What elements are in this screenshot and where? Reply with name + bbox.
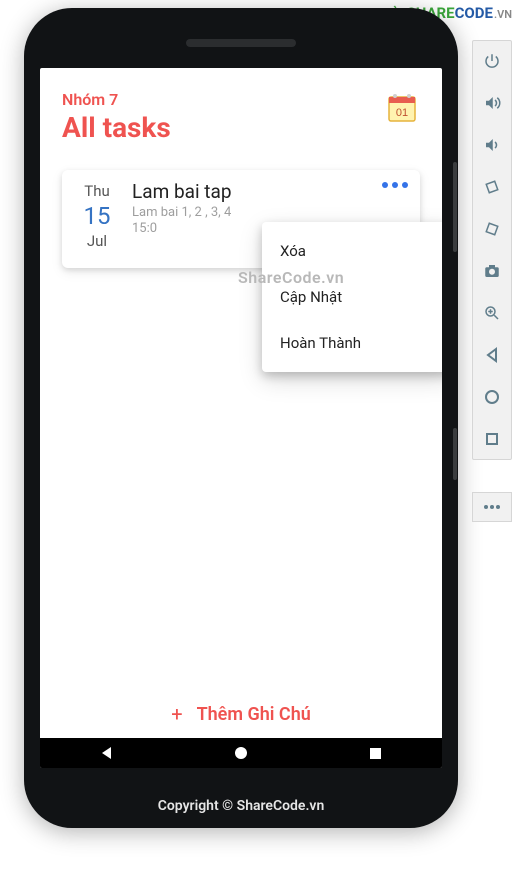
volume-down-icon <box>483 136 501 154</box>
more-dots-icon <box>402 182 408 188</box>
emu-screenshot-button[interactable] <box>476 257 508 285</box>
page-title: All tasks <box>62 111 420 144</box>
calendar-icon: 01 <box>387 93 417 123</box>
emu-power-button[interactable] <box>476 47 508 75</box>
menu-complete[interactable]: Hoàn Thành <box>262 322 442 364</box>
nav-home-button[interactable] <box>231 743 251 763</box>
app-header: Nhóm 7 All tasks <box>40 68 442 144</box>
more-dots-icon <box>392 182 398 188</box>
more-horizontal-icon <box>483 504 501 510</box>
emu-overview-button[interactable] <box>476 425 508 453</box>
svg-text:01: 01 <box>396 107 408 119</box>
task-month: Jul <box>62 232 132 250</box>
task-date: Thu 15 Jul <box>62 180 132 250</box>
emu-zoom-button[interactable] <box>476 299 508 327</box>
calendar-button[interactable]: 01 <box>384 90 420 126</box>
group-label: Nhóm 7 <box>62 90 420 109</box>
overview-icon <box>484 431 500 447</box>
add-note-button[interactable]: + Thêm Ghi Chú <box>40 690 442 738</box>
emu-home-button[interactable] <box>476 383 508 411</box>
app-root: Nhóm 7 All tasks 01 Thu <box>40 68 442 768</box>
copyright-text: Copyright © ShareCode.vn <box>24 798 458 814</box>
task-desc: Lam bai 1, 2 , 3, 4 <box>132 205 302 221</box>
add-note-label: Thêm Ghi Chú <box>197 704 311 725</box>
square-overview-icon <box>369 747 382 760</box>
android-navbar <box>40 738 442 768</box>
task-card[interactable]: Thu 15 Jul Lam bai tap Lam bai 1, 2 , 3,… <box>62 170 420 268</box>
power-icon <box>483 52 501 70</box>
task-title: Lam bai tap <box>132 180 408 203</box>
task-dow: Thu <box>62 182 132 200</box>
home-icon <box>484 389 500 405</box>
emu-rotate-left-button[interactable] <box>476 173 508 201</box>
rotate-left-icon <box>483 178 501 196</box>
emulator-toolbar <box>472 40 512 460</box>
triangle-back-icon <box>100 746 114 760</box>
volume-key <box>453 162 457 252</box>
nav-overview-button[interactable] <box>365 743 385 763</box>
volume-up-icon <box>483 94 501 112</box>
phone-speaker <box>186 39 296 47</box>
circle-home-icon <box>234 746 248 760</box>
emu-rotate-right-button[interactable] <box>476 215 508 243</box>
emu-volume-down-button[interactable] <box>476 131 508 159</box>
context-menu: Xóa Cập Nhật Hoàn Thành <box>262 222 442 372</box>
phone-screen: Nhóm 7 All tasks 01 Thu <box>40 68 442 768</box>
phone-frame: Nhóm 7 All tasks 01 Thu <box>24 8 458 828</box>
more-button[interactable] <box>382 182 408 188</box>
rotate-right-icon <box>483 220 501 238</box>
menu-delete[interactable]: Xóa <box>262 230 442 272</box>
nav-back-button[interactable] <box>97 743 117 763</box>
plus-icon: + <box>171 702 182 726</box>
power-key <box>453 428 457 480</box>
more-dots-icon <box>382 182 388 188</box>
emu-volume-up-button[interactable] <box>476 89 508 117</box>
menu-update[interactable]: Cập Nhật <box>262 276 442 318</box>
back-icon <box>484 347 500 363</box>
emu-more-button[interactable] <box>472 492 512 522</box>
emu-back-button[interactable] <box>476 341 508 369</box>
zoom-icon <box>483 304 501 322</box>
task-day: 15 <box>62 202 132 230</box>
camera-icon <box>483 262 501 280</box>
